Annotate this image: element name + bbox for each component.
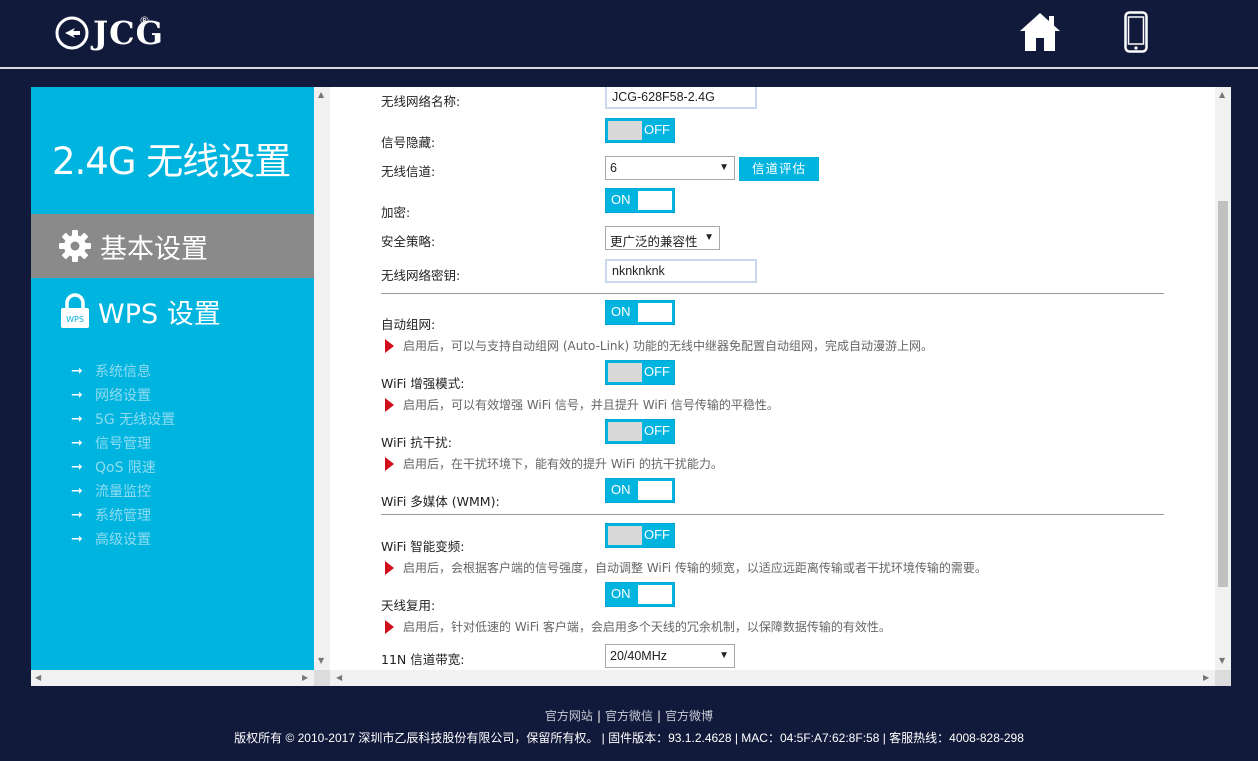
antenna-reuse-label: 天线复用:: [381, 598, 436, 613]
sidebar-frame: 2.4G 无线设置 基本设置 WPS WPS 设置 ➞ 系统信息 ➞ 网络设置 …: [31, 87, 330, 686]
sidebar-link-system-admin[interactable]: ➞ 系统管理: [71, 503, 175, 527]
scroll-right-icon[interactable]: ▶: [302, 674, 308, 682]
sidebar-horizontal-scrollbar[interactable]: ◀ ▶: [31, 670, 314, 686]
wps-lock-icon: WPS: [61, 293, 89, 328]
jcg-logo-icon: [55, 16, 89, 50]
sidebar: 2.4G 无线设置 基本设置 WPS WPS 设置 ➞ 系统信息 ➞ 网络设置 …: [31, 87, 314, 670]
channel-select[interactable]: 6 ▼: [605, 156, 735, 180]
channel-label: 无线信道:: [381, 164, 436, 179]
red-triangle-icon: [385, 338, 394, 353]
antenna-reuse-toggle[interactable]: ON: [605, 582, 675, 607]
scrollbar-corner: [1215, 670, 1231, 686]
main-frame: 无线网络名称: JCG-628F58-2.4G 信号隐藏: OFF 无线信道: …: [330, 87, 1231, 686]
arrow-right-icon: ➞: [71, 531, 83, 547]
scroll-down-icon[interactable]: ▼: [1219, 657, 1225, 665]
scroll-down-icon[interactable]: ▼: [318, 657, 324, 665]
smart-bandwidth-label: WiFi 智能变频:: [381, 539, 465, 554]
home-icon[interactable]: [1018, 11, 1062, 53]
sidebar-link-network[interactable]: ➞ 网络设置: [71, 383, 175, 407]
sidebar-vertical-scrollbar[interactable]: ▲ ▼: [314, 87, 330, 670]
red-triangle-icon: [385, 560, 394, 575]
auto-mesh-toggle[interactable]: ON: [605, 300, 675, 325]
wifi-boost-note: 启用后，可以有效增强 WiFi 信号，并且提升 WiFi 信号传输的平稳性。: [385, 396, 779, 413]
red-triangle-icon: [385, 397, 394, 412]
bandwidth-11n-label: 11N 信道带宽:: [381, 652, 465, 667]
red-triangle-icon: [385, 619, 394, 634]
registered-mark: ®: [139, 14, 150, 27]
footer-links: 官方网站 | 官方微信 | 官方微博: [544, 709, 714, 723]
hide-ssid-label: 信号隐藏:: [381, 135, 436, 150]
brand-logo[interactable]: JCG ®: [55, 14, 164, 52]
sidebar-link-qos[interactable]: ➞ QoS 限速: [71, 455, 175, 479]
sidebar-link-traffic[interactable]: ➞ 流量监控: [71, 479, 175, 503]
anti-interference-label: WiFi 抗干扰:: [381, 435, 452, 450]
dropdown-arrow-icon: ▼: [719, 650, 729, 661]
footer-link-wechat[interactable]: 官方微信: [605, 709, 653, 723]
antenna-reuse-note: 启用后，针对低速的 WiFi 客户端，会启用多个天线的冗余机制，以保障数据传输的…: [385, 618, 891, 635]
section-divider: [381, 514, 1164, 515]
hide-ssid-toggle[interactable]: OFF: [605, 118, 675, 143]
scroll-right-icon[interactable]: ▶: [1203, 674, 1209, 682]
sidebar-item-label: 基本设置: [100, 233, 208, 265]
scrollbar-corner: [314, 670, 330, 686]
arrow-right-icon: ➞: [71, 363, 83, 379]
auto-mesh-note: 启用后，可以与支持自动组网 (Auto-Link) 功能的无线中继器免配置自动组…: [385, 337, 933, 354]
sidebar-title: 2.4G 无线设置: [52, 140, 291, 183]
main-horizontal-scrollbar[interactable]: ◀ ▶: [330, 670, 1215, 686]
encryption-label: 加密:: [381, 205, 411, 220]
arrow-right-icon: ➞: [71, 483, 83, 499]
sidebar-link-5g-wireless[interactable]: ➞ 5G 无线设置: [71, 407, 175, 431]
arrow-right-icon: ➞: [71, 459, 83, 475]
wmm-toggle[interactable]: ON: [605, 478, 675, 503]
arrow-right-icon: ➞: [71, 411, 83, 427]
scroll-left-icon[interactable]: ◀: [35, 674, 41, 682]
dropdown-arrow-icon: ▼: [704, 232, 714, 243]
wireless-key-input[interactable]: nknknknk: [605, 259, 757, 283]
ssid-input[interactable]: JCG-628F58-2.4G: [605, 87, 757, 109]
footer-copyright: 版权所有 © 2010-2017 深圳市乙辰科技股份有限公司，保留所有权。 | …: [234, 731, 1024, 745]
mobile-phone-icon[interactable]: [1124, 11, 1148, 53]
channel-eval-button[interactable]: 信道评估: [739, 157, 819, 181]
top-header: JCG ®: [0, 0, 1258, 67]
svg-text:WPS: WPS: [66, 315, 84, 324]
encryption-toggle[interactable]: ON: [605, 188, 675, 213]
scroll-up-icon[interactable]: ▲: [1219, 91, 1225, 99]
header-divider: [0, 67, 1258, 69]
wmm-label: WiFi 多媒体 (WMM):: [381, 494, 500, 509]
sidebar-links: ➞ 系统信息 ➞ 网络设置 ➞ 5G 无线设置 ➞ 信号管理 ➞ QoS 限速 ➞ 流量监控…: [71, 359, 175, 551]
wifi-boost-toggle[interactable]: OFF: [605, 360, 675, 385]
arrow-right-icon: ➞: [71, 507, 83, 523]
security-policy-label: 安全策略:: [381, 234, 436, 249]
smart-bandwidth-toggle[interactable]: OFF: [605, 523, 675, 548]
sidebar-link-advanced[interactable]: ➞ 高级设置: [71, 527, 175, 551]
sidebar-link-system-info[interactable]: ➞ 系统信息: [71, 359, 175, 383]
arrow-right-icon: ➞: [71, 387, 83, 403]
section-divider: [381, 293, 1164, 294]
ssid-label: 无线网络名称:: [381, 94, 461, 109]
bandwidth-11n-select[interactable]: 20/40MHz ▼: [605, 644, 735, 668]
smart-bandwidth-note: 启用后，会根据客户端的信号强度，自动调整 WiFi 传输的频宽，以适应远距离传输…: [385, 559, 987, 576]
main-vertical-scrollbar[interactable]: ▲ ▼: [1215, 87, 1231, 670]
brand-name: JCG: [93, 14, 164, 52]
sidebar-item-wps-settings[interactable]: WPS WPS 设置: [31, 279, 314, 343]
dropdown-arrow-icon: ▼: [719, 162, 729, 173]
scroll-left-icon[interactable]: ◀: [336, 674, 342, 682]
wifi-boost-label: WiFi 增强模式:: [381, 376, 465, 391]
wireless-settings-form: 无线网络名称: JCG-628F58-2.4G 信号隐藏: OFF 无线信道: …: [330, 87, 1215, 670]
sidebar-item-basic-settings[interactable]: 基本设置: [31, 214, 314, 278]
sidebar-link-signal[interactable]: ➞ 信号管理: [71, 431, 175, 455]
scrollbar-thumb[interactable]: [1218, 201, 1228, 587]
gear-icon: [59, 230, 91, 262]
red-triangle-icon: [385, 456, 394, 471]
wireless-key-label: 无线网络密钥:: [381, 268, 461, 283]
scroll-up-icon[interactable]: ▲: [318, 91, 324, 99]
anti-interference-note: 启用后，在干扰环境下，能有效的提升 WiFi 的抗干扰能力。: [385, 455, 723, 472]
anti-interference-toggle[interactable]: OFF: [605, 419, 675, 444]
auto-mesh-label: 自动组网:: [381, 317, 436, 332]
arrow-right-icon: ➞: [71, 435, 83, 451]
sidebar-item-label: WPS 设置: [98, 298, 221, 330]
security-policy-select[interactable]: 更广泛的兼容性 ▼: [605, 226, 720, 250]
footer-link-website[interactable]: 官方网站: [545, 709, 593, 723]
footer-link-weibo[interactable]: 官方微博: [665, 709, 713, 723]
